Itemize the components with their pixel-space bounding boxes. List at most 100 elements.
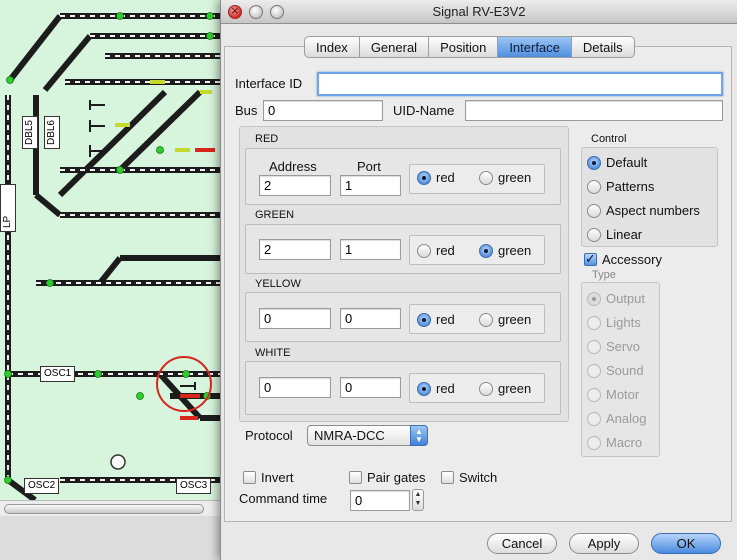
- radio-label: red: [436, 312, 455, 327]
- control-aspect-numbers-radio[interactable]: Aspect numbers: [587, 203, 700, 218]
- radio-dot-icon: [479, 243, 493, 258]
- command-time-input[interactable]: [350, 490, 410, 511]
- type-group-title: Type: [592, 269, 616, 281]
- pair-gates-checkbox[interactable]: Pair gates: [349, 470, 426, 485]
- ok-button[interactable]: OK: [651, 533, 721, 554]
- type-lights-radio[interactable]: Lights: [587, 315, 641, 330]
- radio-dot-icon: [587, 227, 601, 242]
- red-polarity-green-radio[interactable]: green: [479, 170, 531, 185]
- arrow-down-icon[interactable]: ▼: [415, 500, 422, 507]
- radio-dot-icon: [417, 170, 431, 185]
- radio-label: red: [436, 381, 455, 396]
- signal-properties-dialog: Signal RV-E3V2 Index General Position In…: [220, 0, 737, 560]
- tab-index[interactable]: Index: [304, 36, 360, 58]
- radio-dot-icon: [479, 170, 493, 185]
- green-polarity-red-radio[interactable]: red: [417, 243, 455, 258]
- tab-general[interactable]: General: [359, 36, 430, 58]
- uid-name-input[interactable]: [465, 100, 723, 121]
- type-sound-radio[interactable]: Sound: [587, 363, 644, 378]
- plan-bottom-panel: [0, 516, 220, 560]
- control-patterns-radio[interactable]: Patterns: [587, 179, 654, 194]
- yellow-polarity-red-radio[interactable]: red: [417, 312, 455, 327]
- white-port-input[interactable]: [340, 377, 401, 398]
- radio-label: Lights: [606, 315, 641, 330]
- yellow-polarity-green-radio[interactable]: green: [479, 312, 531, 327]
- white-polarity-red-radio[interactable]: red: [417, 381, 455, 396]
- track-plan-drawing: [4, 12, 220, 500]
- command-time-stepper[interactable]: ▲ ▼: [412, 489, 424, 511]
- green-port-input[interactable]: [340, 239, 401, 260]
- switch-checkbox[interactable]: Switch: [441, 470, 497, 485]
- radio-label: Aspect numbers: [606, 203, 700, 218]
- plan-label-osc2[interactable]: OSC2: [24, 478, 60, 494]
- white-address-input[interactable]: [259, 377, 331, 398]
- window-title: Signal RV-E3V2: [432, 4, 526, 19]
- interface-id-label: Interface ID: [235, 76, 303, 91]
- checkbox-icon: [441, 471, 454, 484]
- radio-dot-icon: [417, 243, 431, 258]
- radio-dot-icon: [587, 291, 601, 306]
- type-servo-radio[interactable]: Servo: [587, 339, 640, 354]
- checkbox-label: Accessory: [602, 252, 662, 267]
- radio-label: Servo: [606, 339, 640, 354]
- plan-horizontal-scrollbar[interactable]: [0, 500, 220, 516]
- radio-dot-icon: [587, 155, 601, 170]
- green-polarity-green-radio[interactable]: green: [479, 243, 531, 258]
- uid-name-label: UID-Name: [393, 103, 455, 118]
- yellow-port-input[interactable]: [340, 308, 401, 329]
- plan-label-lp[interactable]: LP: [0, 184, 16, 232]
- control-default-radio[interactable]: Default: [587, 155, 647, 170]
- interface-id-input[interactable]: [317, 72, 723, 96]
- track-plan[interactable]: DBL5 DBL6 LP OSC1 OSC2 OSC3: [0, 0, 220, 560]
- address-column-label: Address: [269, 159, 317, 174]
- plan-label-dbl5[interactable]: DBL5: [22, 116, 38, 150]
- white-section-title: WHITE: [255, 347, 291, 359]
- apply-button[interactable]: Apply: [569, 533, 639, 554]
- control-group-title: Control: [591, 133, 627, 145]
- accessory-checkbox[interactable]: Accessory: [584, 251, 662, 267]
- radio-label: green: [498, 243, 532, 258]
- command-time-label: Command time: [239, 491, 328, 506]
- radio-dot-icon: [587, 339, 601, 354]
- bus-input[interactable]: [263, 100, 383, 121]
- invert-checkbox[interactable]: Invert: [243, 470, 294, 485]
- red-polarity-red-radio[interactable]: red: [417, 170, 455, 185]
- radio-label: Default: [606, 155, 648, 170]
- radio-dot-icon: [479, 312, 493, 327]
- radio-label: Output: [606, 291, 646, 306]
- plan-label-osc1[interactable]: OSC1: [40, 366, 76, 382]
- checkbox-label: Switch: [459, 470, 498, 485]
- type-analog-radio[interactable]: Analog: [587, 411, 646, 426]
- plan-label-osc3[interactable]: OSC3: [176, 478, 212, 494]
- tab-details[interactable]: Details: [571, 36, 635, 58]
- scrollbar-thumb[interactable]: [4, 504, 204, 514]
- radio-label: red: [436, 170, 455, 185]
- yellow-address-input[interactable]: [259, 308, 331, 329]
- protocol-selected-value: NMRA-DCC: [314, 428, 385, 443]
- radio-dot-icon: [417, 312, 431, 327]
- red-address-input[interactable]: [259, 175, 331, 196]
- type-macro-radio[interactable]: Macro: [587, 435, 642, 450]
- type-motor-radio[interactable]: Motor: [587, 387, 639, 402]
- protocol-select[interactable]: NMRA-DCC ▲ ▼: [307, 425, 428, 446]
- cancel-button[interactable]: Cancel: [487, 533, 557, 554]
- control-linear-radio[interactable]: Linear: [587, 227, 642, 242]
- green-section-title: GREEN: [255, 209, 295, 221]
- white-polarity-green-radio[interactable]: green: [479, 381, 531, 396]
- radio-label: Motor: [606, 387, 640, 402]
- green-address-input[interactable]: [259, 239, 331, 260]
- radio-dot-icon: [417, 381, 431, 396]
- tab-position[interactable]: Position: [429, 36, 499, 58]
- tab-interface[interactable]: Interface: [498, 36, 572, 58]
- radio-label: Analog: [606, 411, 647, 426]
- radio-label: Macro: [606, 435, 643, 450]
- plan-label-dbl6[interactable]: DBL6: [44, 116, 60, 150]
- radio-label: Sound: [606, 363, 644, 378]
- title-bar[interactable]: Signal RV-E3V2: [221, 0, 737, 24]
- arrow-up-icon[interactable]: ▲: [415, 491, 422, 498]
- radio-label: Patterns: [606, 179, 655, 194]
- checkbox-label: Invert: [261, 470, 294, 485]
- checkbox-icon: [349, 471, 362, 484]
- red-port-input[interactable]: [340, 175, 401, 196]
- type-output-radio[interactable]: Output: [587, 291, 645, 306]
